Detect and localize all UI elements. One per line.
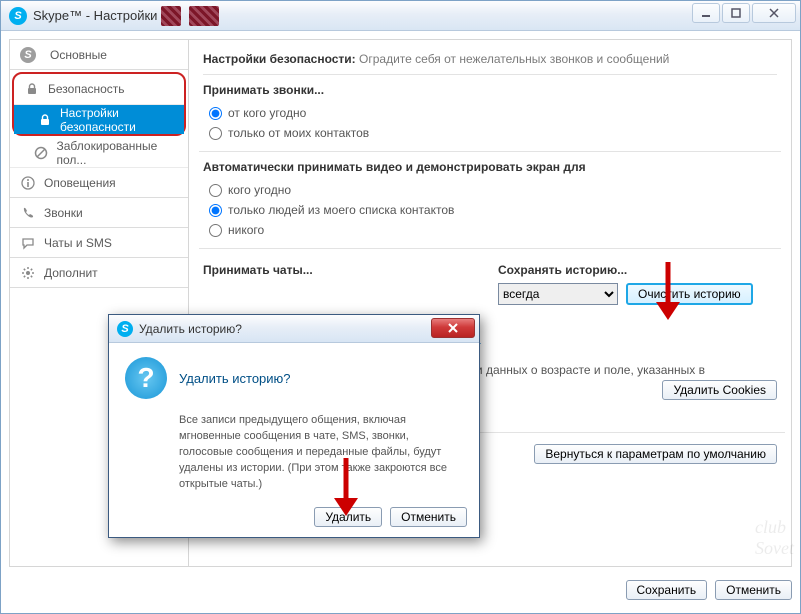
save-button[interactable]: Сохранить [626, 580, 708, 600]
radio-label: никого [228, 223, 264, 237]
radio-label: только людей из моего списка контактов [228, 203, 454, 217]
dialog-question: Удалить историю? [179, 371, 291, 386]
decorative-fragment [161, 6, 181, 26]
sidebar-item-label: Основные [50, 48, 107, 62]
dialog-title: Удалить историю? [139, 322, 242, 336]
sidebar-item-label: Дополнит [44, 266, 98, 280]
dialog-close-button[interactable] [431, 318, 475, 338]
phone-icon [20, 205, 36, 221]
dialog-cancel-button[interactable]: Отменить [390, 507, 467, 527]
radio-call-anyone[interactable]: от кого угодно [203, 103, 777, 123]
annotation-arrow [650, 258, 686, 322]
sidebar-item-notifications[interactable]: Оповещения [10, 168, 188, 198]
sidebar-item-addons[interactable]: Дополнит [10, 258, 188, 288]
question-icon: ? [125, 357, 167, 399]
radio-video-noone[interactable]: никого [203, 220, 777, 240]
radio-label: кого угодно [228, 183, 291, 197]
lock-icon [38, 112, 52, 128]
radio-input[interactable] [209, 204, 222, 217]
sidebar-item-label: Безопасность [48, 82, 125, 96]
sidebar-item-security[interactable]: Безопасность [14, 74, 184, 104]
sidebar-item-label: Оповещения [44, 176, 116, 190]
clear-history-button[interactable]: Очистить историю [626, 283, 753, 305]
accept-chats-title: Принимать чаты... [203, 263, 482, 277]
window-footer: Сохранить Отменить [1, 575, 792, 605]
sidebar-item-label: Настройки безопасности [60, 106, 174, 134]
delete-history-dialog: Удалить историю? ? Удалить историю? Все … [108, 314, 480, 538]
history-duration-select[interactable]: всегда [498, 283, 618, 305]
radio-label: только от моих контактов [228, 126, 369, 140]
sidebar-item-label: Звонки [44, 206, 83, 220]
radio-label: от кого угодно [228, 106, 306, 120]
radio-input[interactable] [209, 184, 222, 197]
chat-icon [20, 235, 36, 251]
dialog-titlebar[interactable]: Удалить историю? [109, 315, 479, 343]
section-header: Настройки безопасности: Оградите себя от… [203, 48, 777, 75]
lock-icon [24, 81, 40, 97]
annotation-arrow [328, 454, 364, 518]
auto-video-title: Автоматически принимать видео и демонстр… [203, 160, 777, 174]
skype-icon [117, 321, 133, 337]
radio-call-contacts[interactable]: только от моих контактов [203, 123, 777, 143]
close-button[interactable] [752, 3, 796, 23]
radio-input[interactable] [209, 127, 222, 140]
radio-video-anyone[interactable]: кого угодно [203, 180, 777, 200]
maximize-button[interactable] [722, 3, 750, 23]
sidebar-item-main[interactable]: Основные [10, 40, 188, 70]
info-icon [20, 175, 36, 191]
skype-icon [20, 47, 36, 63]
radio-input[interactable] [209, 224, 222, 237]
block-icon [34, 145, 49, 161]
reset-defaults-button[interactable]: Вернуться к параметрам по умолчанию [534, 444, 777, 464]
radio-input[interactable] [209, 107, 222, 120]
window-titlebar[interactable]: Skype™ - Настройки [1, 1, 800, 31]
sidebar-item-blocked[interactable]: Заблокированные пол... [10, 138, 188, 168]
decorative-fragment [189, 6, 219, 26]
minimize-button[interactable] [692, 3, 720, 23]
dialog-body-text: Все записи предыдущего общения, включая … [125, 413, 463, 493]
accept-calls-title: Принимать звонки... [203, 83, 777, 97]
window-title: Skype™ - Настройки [33, 8, 157, 23]
radio-video-contacts[interactable]: только людей из моего списка контактов [203, 200, 777, 220]
sidebar-item-calls[interactable]: Звонки [10, 198, 188, 228]
cancel-button[interactable]: Отменить [715, 580, 792, 600]
sidebar-item-label: Чаты и SMS [44, 236, 112, 250]
skype-icon [9, 7, 27, 25]
highlighted-group: Безопасность Настройки безопасности [12, 72, 186, 136]
sidebar-item-chats[interactable]: Чаты и SMS [10, 228, 188, 258]
sidebar-item-label: Заблокированные пол... [57, 139, 179, 167]
save-history-title: Сохранять историю... [498, 263, 777, 277]
gear-icon [20, 265, 36, 281]
sidebar-item-security-settings[interactable]: Настройки безопасности [14, 104, 184, 134]
delete-cookies-button[interactable]: Удалить Cookies [662, 380, 777, 400]
